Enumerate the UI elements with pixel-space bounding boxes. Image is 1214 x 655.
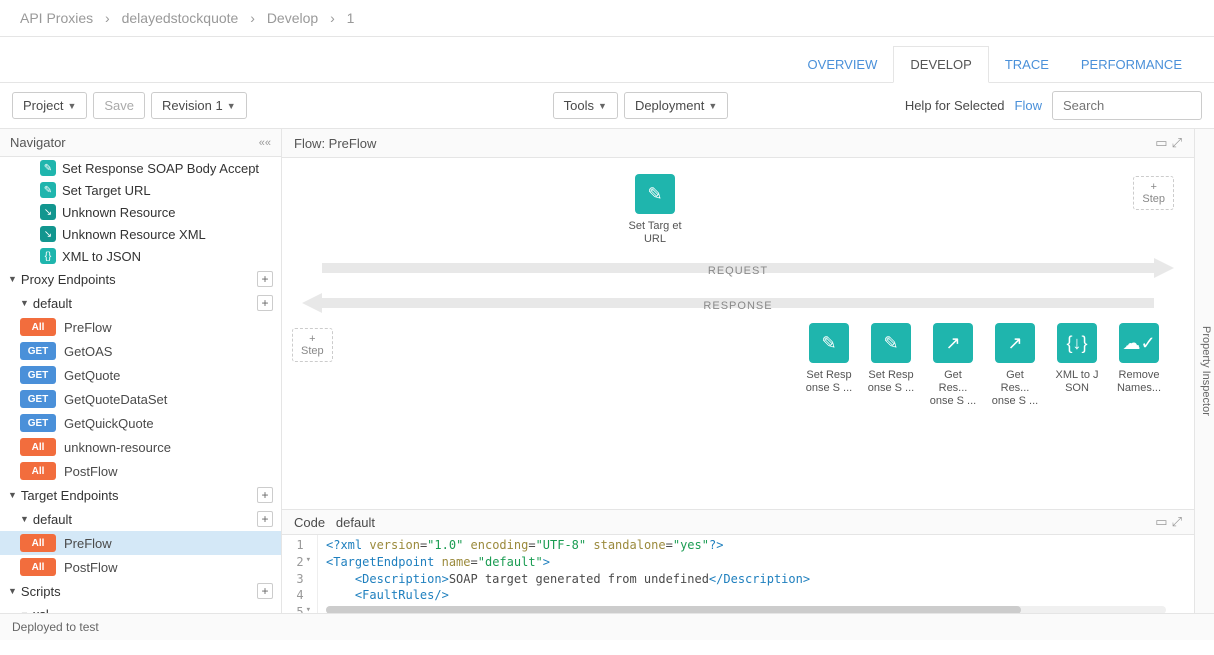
horizontal-scrollbar[interactable] xyxy=(326,606,1166,613)
pencil-icon: ✎ xyxy=(809,323,849,363)
tools-menu[interactable]: Tools▼ xyxy=(553,92,618,119)
tab-overview[interactable]: OVERVIEW xyxy=(792,47,894,82)
code-expand-icon[interactable]: ⤢ xyxy=(1172,514,1182,530)
proxy-flow-item[interactable]: AllPreFlow xyxy=(0,315,281,339)
revision-menu[interactable]: Revision 1▼ xyxy=(151,92,247,119)
share-icon: ↗ xyxy=(933,323,973,363)
code-context: default xyxy=(336,515,375,530)
tab-performance[interactable]: PERFORMANCE xyxy=(1065,47,1198,82)
policy-item[interactable]: ↘Unknown Resource XML xyxy=(0,223,281,245)
target-flow-item[interactable]: AllPreFlow xyxy=(0,531,281,555)
share-icon: ↗ xyxy=(995,323,1035,363)
target-flow-item[interactable]: AllPostFlow xyxy=(0,555,281,579)
pencil-icon: ✎ xyxy=(40,160,56,176)
verb-badge: All xyxy=(20,438,56,456)
policy-item[interactable]: ↘Unknown Resource xyxy=(0,201,281,223)
navigator-header: Navigator «« xyxy=(0,129,281,157)
proxy-flow-item[interactable]: GETGetQuoteDataSet xyxy=(0,387,281,411)
breadcrumb-view[interactable]: Develop xyxy=(267,10,318,26)
arrow-icon: ↘ xyxy=(40,204,56,220)
verb-badge: All xyxy=(20,318,56,336)
code-editor[interactable]: <?xml version="1.0" encoding="UTF-8" sta… xyxy=(318,535,1174,613)
verb-badge: GET xyxy=(20,390,56,408)
pencil-icon: ✎ xyxy=(40,182,56,198)
arrow-left-icon xyxy=(302,293,322,313)
target-default[interactable]: ▼default+ xyxy=(0,507,281,531)
response-step[interactable]: ✎Set Resp onse S ... xyxy=(805,323,853,409)
breadcrumb: API Proxies › delayedstockquote › Develo… xyxy=(0,0,1214,37)
proxy-default[interactable]: ▼default+ xyxy=(0,291,281,315)
add-proxy-endpoint[interactable]: + xyxy=(257,271,273,287)
flow-canvas-column: Flow: PreFlow ▭ ⤢ ✎ Set Targ et URL +Ste… xyxy=(282,129,1194,613)
cloud-icon: ☁✓ xyxy=(1119,323,1159,363)
pencil-icon: ✎ xyxy=(635,174,675,214)
braces-icon: {} xyxy=(40,248,56,264)
add-target-endpoint[interactable]: + xyxy=(257,487,273,503)
arrow-icon: ↘ xyxy=(40,226,56,242)
proxy-flow-item[interactable]: Allunknown-resource xyxy=(0,435,281,459)
save-button[interactable]: Save xyxy=(93,92,145,119)
braces-icon: {↓} xyxy=(1057,323,1097,363)
policy-item[interactable]: ✎Set Target URL xyxy=(0,179,281,201)
search-input[interactable] xyxy=(1052,91,1202,120)
response-step[interactable]: ↗Get Res... onse S ... xyxy=(991,323,1039,409)
tab-trace[interactable]: TRACE xyxy=(989,47,1065,82)
flow-header: Flow: PreFlow ▭ ⤢ xyxy=(282,129,1194,158)
policy-item[interactable]: ✎Set Response SOAP Body Accept xyxy=(0,157,281,179)
help-link[interactable]: Flow xyxy=(1015,98,1042,113)
add-script[interactable]: + xyxy=(257,583,273,599)
navigator-panel: Navigator «« ✎Set Response SOAP Body Acc… xyxy=(0,129,282,613)
breadcrumb-root[interactable]: API Proxies xyxy=(20,10,93,26)
view-tabs: OVERVIEW DEVELOP TRACE PERFORMANCE xyxy=(0,37,1214,83)
flow-canvas[interactable]: ✎ Set Targ et URL +Step REQUEST RESPONSE… xyxy=(282,158,1194,509)
project-menu[interactable]: Project▼ xyxy=(12,92,87,119)
pencil-icon: ✎ xyxy=(871,323,911,363)
add-response-step[interactable]: +Step xyxy=(292,328,333,362)
verb-badge: GET xyxy=(20,414,56,432)
proxy-endpoints-section[interactable]: ▼Proxy Endpoints+ xyxy=(0,267,281,291)
request-step[interactable]: ✎ Set Targ et URL xyxy=(627,174,683,246)
add-target-flow[interactable]: + xyxy=(257,511,273,527)
response-step[interactable]: ↗Get Res... onse S ... xyxy=(929,323,977,409)
add-request-step[interactable]: +Step xyxy=(1133,176,1174,210)
code-split-icon[interactable]: ▭ xyxy=(1155,514,1167,530)
code-label: Code xyxy=(294,515,325,530)
target-endpoints-section[interactable]: ▼Target Endpoints+ xyxy=(0,483,281,507)
scripts-section[interactable]: ▼Scripts+ xyxy=(0,579,281,603)
verb-badge: GET xyxy=(20,366,56,384)
proxy-flow-item[interactable]: GETGetQuickQuote xyxy=(0,411,281,435)
deployment-menu[interactable]: Deployment▼ xyxy=(624,92,728,119)
verb-badge: All xyxy=(20,558,56,576)
help-label: Help for Selected xyxy=(905,98,1005,113)
policy-item[interactable]: {}XML to JSON xyxy=(0,245,281,267)
view-expand-icon[interactable]: ⤢ xyxy=(1172,135,1182,151)
breadcrumb-proxy[interactable]: delayedstockquote xyxy=(122,10,239,26)
status-bar: Deployed to test xyxy=(0,613,1214,640)
verb-badge: All xyxy=(20,534,56,552)
arrow-right-icon xyxy=(1154,258,1174,278)
proxy-flow-item[interactable]: GETGetQuote xyxy=(0,363,281,387)
flow-title: Flow: PreFlow xyxy=(294,136,376,151)
tab-develop[interactable]: DEVELOP xyxy=(893,46,988,83)
response-step[interactable]: ☁✓Remove Names... xyxy=(1115,323,1163,409)
collapse-navigator-icon[interactable]: «« xyxy=(259,137,271,149)
property-inspector-tab[interactable]: Property Inspector xyxy=(1194,129,1214,613)
code-gutter: 1 2▾3 4 5▾ xyxy=(282,535,318,613)
view-split-icon[interactable]: ▭ xyxy=(1155,135,1167,151)
main-layout: Navigator «« ✎Set Response SOAP Body Acc… xyxy=(0,129,1214,613)
proxy-flow-item[interactable]: AllPostFlow xyxy=(0,459,281,483)
code-panel: Code default ▭ ⤢ 1 2▾3 4 5▾ <?xml versio… xyxy=(282,509,1194,613)
verb-badge: GET xyxy=(20,342,56,360)
response-step[interactable]: {↓}XML to J SON xyxy=(1053,323,1101,409)
toolbar: Project▼ Save Revision 1▼ Tools▼ Deploym… xyxy=(0,83,1214,129)
add-proxy-flow[interactable]: + xyxy=(257,295,273,311)
verb-badge: All xyxy=(20,462,56,480)
breadcrumb-rev: 1 xyxy=(347,10,355,26)
proxy-flow-item[interactable]: GETGetOAS xyxy=(0,339,281,363)
response-step[interactable]: ✎Set Resp onse S ... xyxy=(867,323,915,409)
xsl-folder[interactable]: ▼xsl xyxy=(0,603,281,613)
